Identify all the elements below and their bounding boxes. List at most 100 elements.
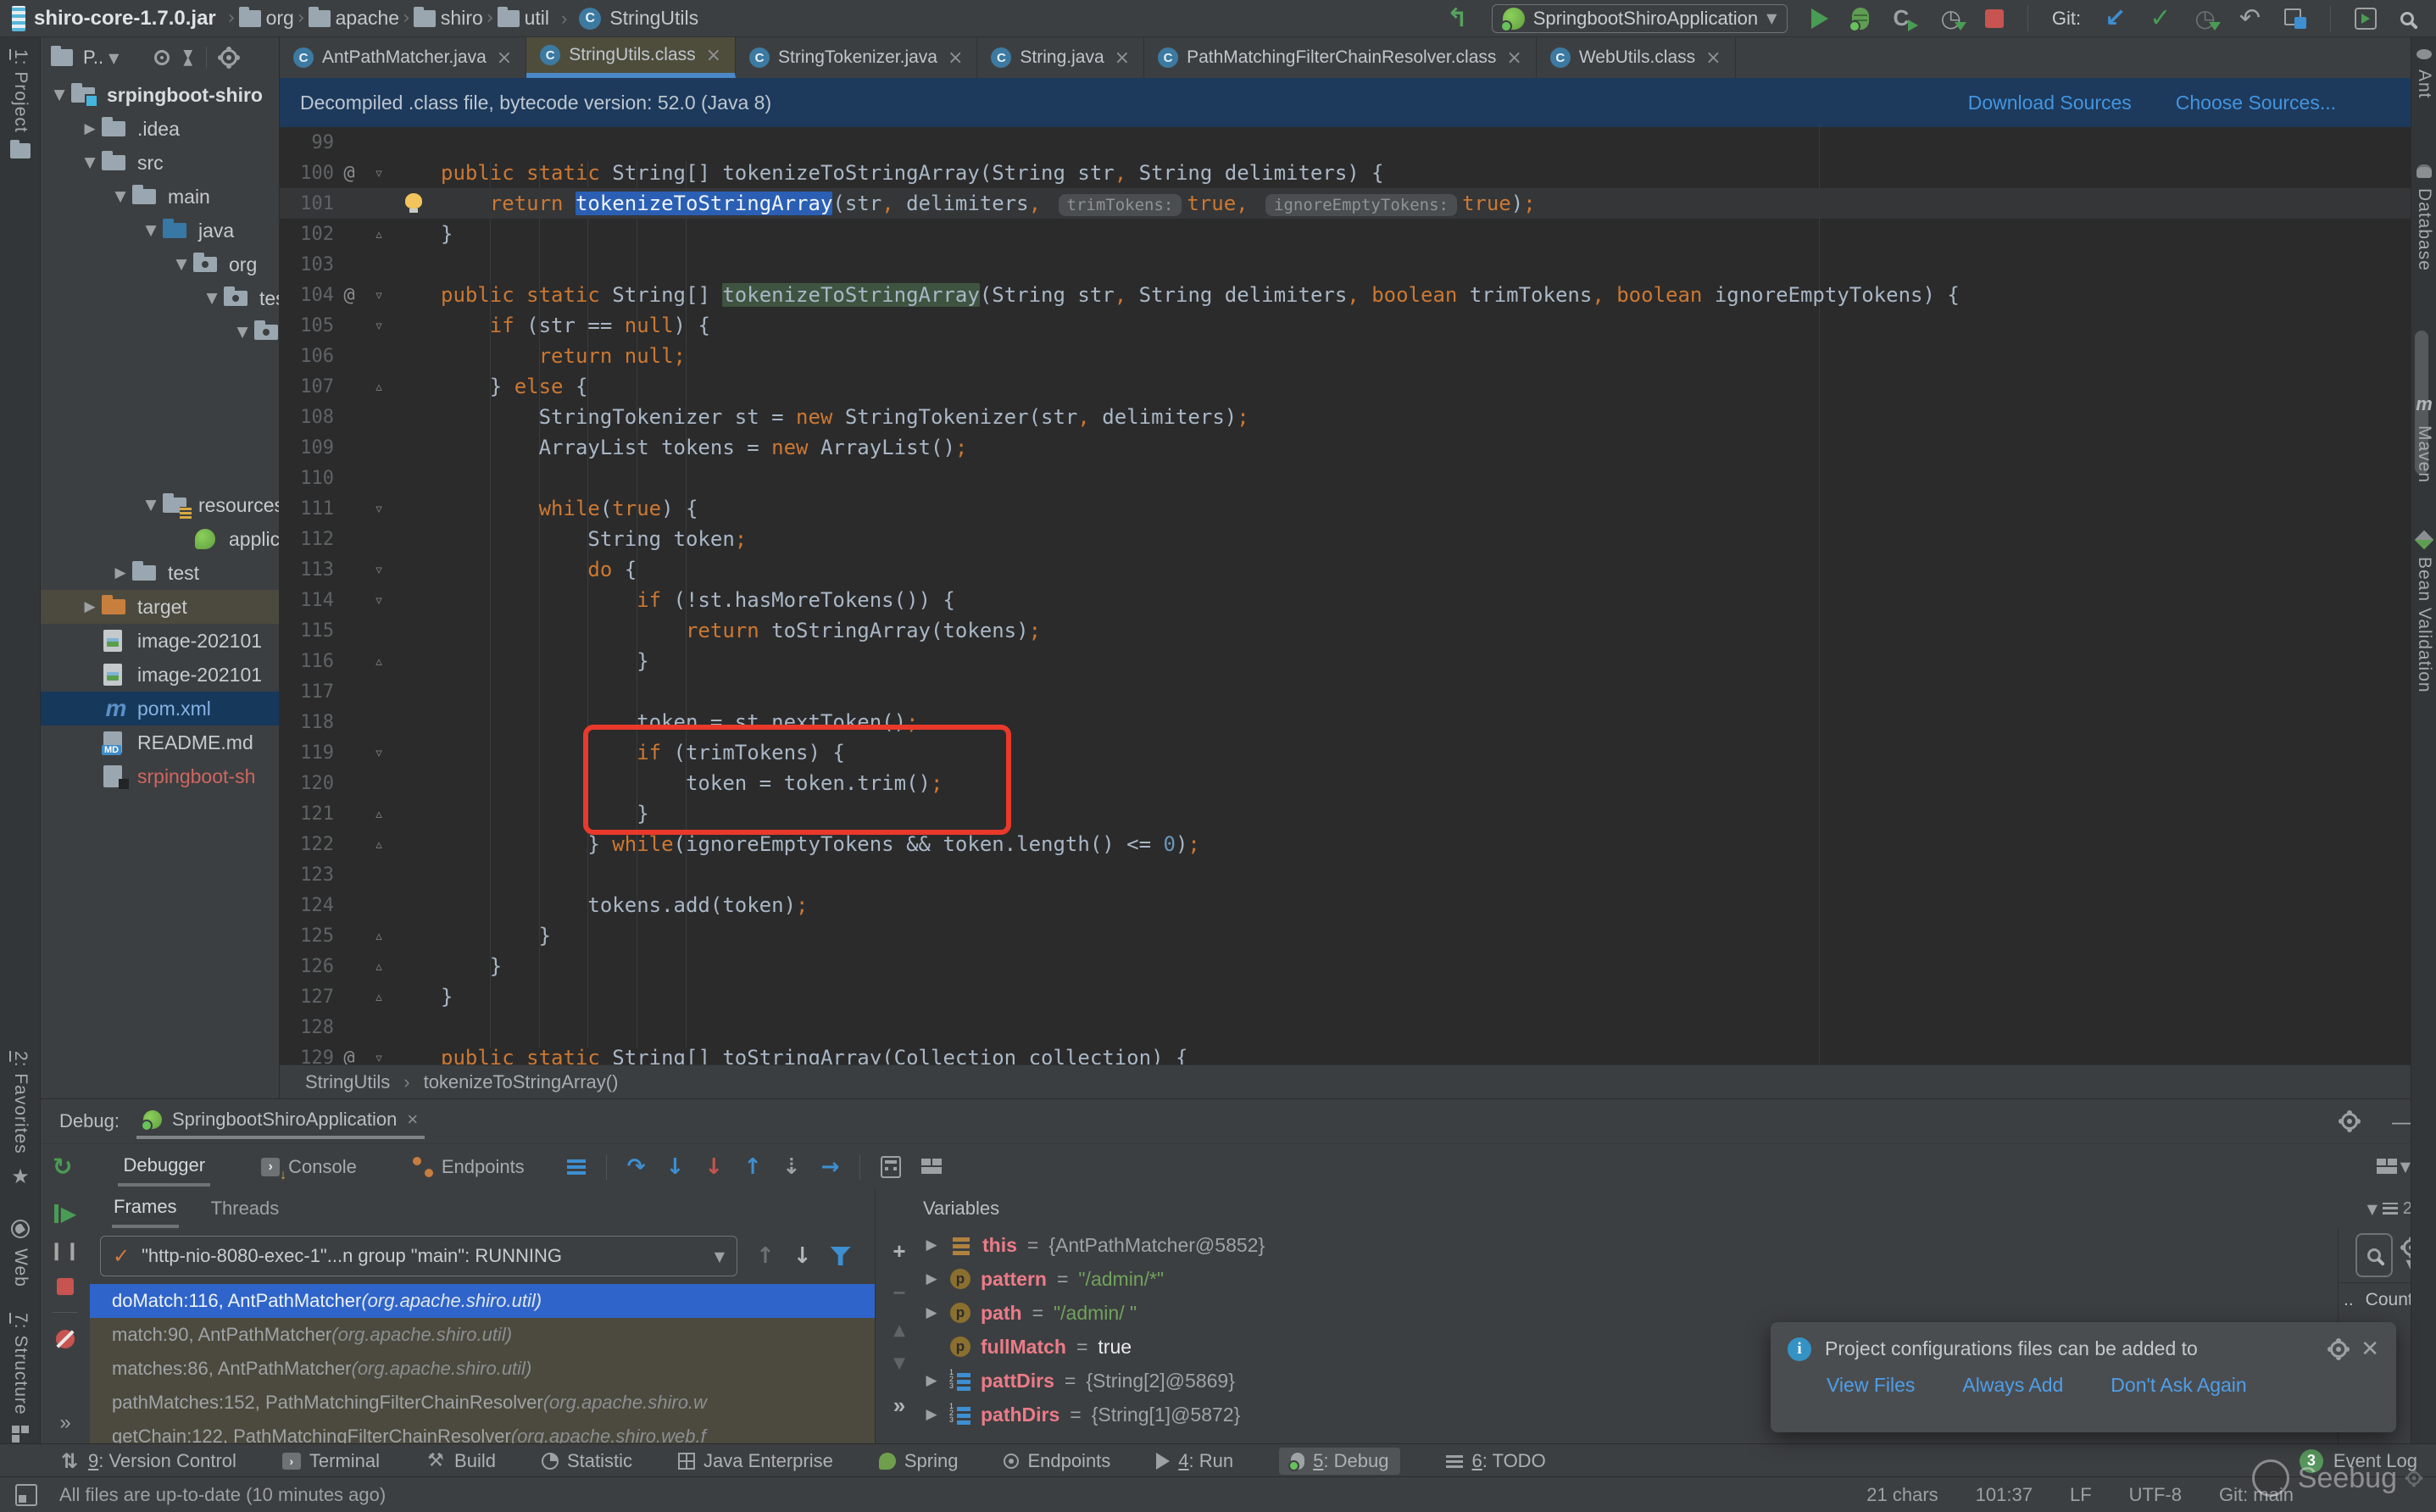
variable-row-this[interactable]: ▶ this = {AntPathMatcher@5852} (923, 1228, 2338, 1262)
toolwindow-button-Run[interactable]: 4: Run (1156, 1450, 1233, 1472)
git-update-icon[interactable]: ↙ (2105, 3, 2126, 33)
chevron-right-icon[interactable]: ▶ (78, 598, 102, 615)
stop-button[interactable] (1984, 8, 2004, 28)
chevron-down-icon[interactable]: ▼ (78, 154, 102, 171)
sidebar-item-structure[interactable]: 7: Structure (0, 1313, 41, 1443)
breadcrumb-class[interactable]: StringUtils (305, 1071, 390, 1093)
code-line-101[interactable]: 101 return tokenizeToStringArray(str, del… (280, 188, 2411, 219)
code-line-109[interactable]: 109 ArrayList tokens = new ArrayList(); (280, 432, 2411, 463)
pause-icon[interactable]: ❙❙ (49, 1240, 81, 1261)
code-line-115[interactable]: 115 return toStringArray(tokens); (280, 615, 2411, 646)
notification-link-dontaskagain[interactable]: Don't Ask Again (2111, 1374, 2246, 1397)
stack-frame[interactable]: doMatch:116, AntPathMatcher (org.apache.… (90, 1284, 875, 1318)
notification-link-alwaysadd[interactable]: Always Add (1962, 1374, 2063, 1397)
sidebar-item-maven[interactable]: m Maven (2411, 393, 2436, 483)
code-editor[interactable]: 99 100 @ ▿ public static String[] tokenizeTo… (280, 127, 2411, 1065)
resume-icon[interactable]: ▶ (53, 1203, 76, 1224)
toolwindow-button-VersionControl[interactable]: ⇅ 9: Version Control (59, 1449, 236, 1473)
char-count[interactable]: 21 chars (1866, 1484, 1938, 1506)
chevron-down-icon[interactable]: ▼ (108, 188, 132, 205)
tree-item-pomxml[interactable]: m pom.xml (41, 692, 279, 725)
step-out-icon[interactable]: ↑ (743, 1154, 762, 1180)
chevron-right-icon[interactable]: ▶ (108, 564, 132, 581)
tab-endpoints[interactable]: Endpoints (408, 1149, 530, 1185)
close-icon[interactable]: × (1115, 47, 1130, 69)
layout-icon[interactable] (921, 1158, 943, 1176)
tab-debugger[interactable]: Debugger (118, 1148, 211, 1187)
toolwindow-button-TODO[interactable]: 6: TODO (1446, 1450, 1546, 1472)
chevron-right-icon[interactable]: ▶ (923, 1406, 940, 1423)
drop-frame-icon[interactable]: ⇣ (782, 1154, 801, 1180)
notification-link-viewfiles[interactable]: View Files (1827, 1374, 1915, 1397)
nav-back-icon[interactable]: ↰ (1447, 3, 1468, 33)
search-everywhere-icon[interactable] (2400, 11, 2414, 25)
rerun-icon[interactable]: ↻ (53, 1153, 72, 1181)
tree-item[interactable]: ▼ (41, 315, 279, 349)
line-ending[interactable]: LF (2070, 1484, 2092, 1506)
chevron-right-icon[interactable]: ▶ (923, 1372, 940, 1389)
more-icon[interactable]: » (893, 1392, 905, 1419)
more-icon[interactable]: » (59, 1411, 70, 1435)
editor-tab-StringUtilsclass[interactable]: C StringUtils.class × (526, 37, 737, 78)
sidebar-item-project[interactable]: 1: Project (0, 49, 41, 158)
tool-window-switcher-icon[interactable] (15, 1483, 37, 1506)
step-into-icon[interactable]: ↓ (665, 1154, 684, 1180)
mute-breakpoints-icon[interactable] (56, 1330, 75, 1348)
tree-item-resources[interactable]: ▼ resources (41, 488, 279, 522)
code-line-107[interactable]: 107 ▵} else { (280, 371, 2411, 402)
chevron-down-icon[interactable]: ▼ (47, 86, 71, 103)
breadcrumb-segment[interactable]: org (266, 7, 294, 30)
download-sources-link[interactable]: Download Sources (1968, 92, 2132, 114)
chevron-right-icon[interactable]: ▶ (923, 1304, 940, 1321)
choose-sources-link[interactable]: Choose Sources... (2176, 92, 2336, 114)
stop-icon[interactable] (57, 1278, 74, 1295)
stack-frame[interactable]: pathMatches:152, PathMatchingFilterChain… (90, 1386, 875, 1420)
move-up-icon[interactable]: ▲ (893, 1321, 905, 1339)
code-line-102[interactable]: 102 ▵} (280, 219, 2411, 249)
tree-item-test[interactable]: ▶ test (41, 556, 279, 590)
terminal-run-icon[interactable] (2355, 7, 2377, 30)
close-icon[interactable]: × (948, 47, 963, 69)
code-line-113[interactable]: 113 ▿ do { (280, 554, 2411, 585)
memory-count-header[interactable]: Count (2366, 1290, 2413, 1310)
tree-item-test[interactable]: ▼ test (41, 281, 279, 315)
code-line-110[interactable]: 110 (280, 463, 2411, 493)
stack-frame[interactable]: matches:86, AntPathMatcher (org.apache.s… (90, 1352, 875, 1386)
toolwindow-button-Spring[interactable]: Spring (878, 1450, 958, 1472)
chevron-down-icon[interactable]: ▼ (170, 256, 193, 273)
run-to-cursor-icon[interactable]: → (821, 1154, 840, 1180)
run-button[interactable] (1811, 8, 1829, 29)
sidebar-item-web[interactable]: Web (0, 1220, 41, 1287)
editor-tab-StringTokenizerjava[interactable]: C StringTokenizer.java × (736, 37, 978, 78)
history-icon[interactable]: ◷ (2194, 4, 2222, 32)
tree-item-image202101[interactable]: image-202101 (41, 658, 279, 692)
prev-frame-icon[interactable]: ↑ (756, 1243, 775, 1269)
remove-watch-icon[interactable]: − (893, 1280, 905, 1306)
collapse-all-icon[interactable]: ▼ ▲ (183, 48, 192, 67)
variable-row-pattern[interactable]: ▶ p pattern = "/admin/*" (923, 1262, 2338, 1296)
code-line-103[interactable]: 103 (280, 249, 2411, 280)
sidebar-item-favorites[interactable]: 2: Favorites ★ (0, 1051, 41, 1188)
toolwindow-button-Endpoints[interactable]: Endpoints (1004, 1450, 1110, 1472)
breadcrumb-method[interactable]: tokenizeToStringArray() (424, 1071, 619, 1093)
chevron-right-icon[interactable]: ▶ (78, 120, 102, 137)
encoding[interactable]: UTF-8 (2129, 1484, 2182, 1506)
tree-item-application[interactable]: application (41, 522, 279, 556)
code-line-123[interactable]: 123 (280, 859, 2411, 890)
code-line-117[interactable]: 117 (280, 676, 2411, 707)
project-view-selector[interactable]: P.. ▼ (51, 46, 119, 69)
tree-item-idea[interactable]: ▶ .idea (41, 112, 279, 146)
debug-session-tab[interactable]: SpringbootShiroApplication × (136, 1103, 425, 1139)
stack-frame[interactable]: match:90, AntPathMatcher (org.apache.shi… (90, 1318, 875, 1352)
tab-frames[interactable]: Frames (112, 1189, 179, 1228)
debug-button[interactable] (1849, 7, 1870, 32)
editor-tab-WebUtilsclass[interactable]: C WebUtils.class × (1537, 37, 1736, 78)
code-line-99[interactable]: 99 (280, 127, 2411, 158)
tab-console[interactable]: › Console (256, 1149, 362, 1185)
search-icon[interactable] (2355, 1233, 2393, 1277)
next-frame-icon[interactable]: ↓ (793, 1243, 812, 1269)
code-line-127[interactable]: 127 ▵} (280, 981, 2411, 1012)
tree-item-src[interactable]: ▼ src (41, 146, 279, 180)
editor-tab-Stringjava[interactable]: C String.java × (977, 37, 1145, 78)
breadcrumb-segment[interactable]: shiro (441, 7, 483, 30)
